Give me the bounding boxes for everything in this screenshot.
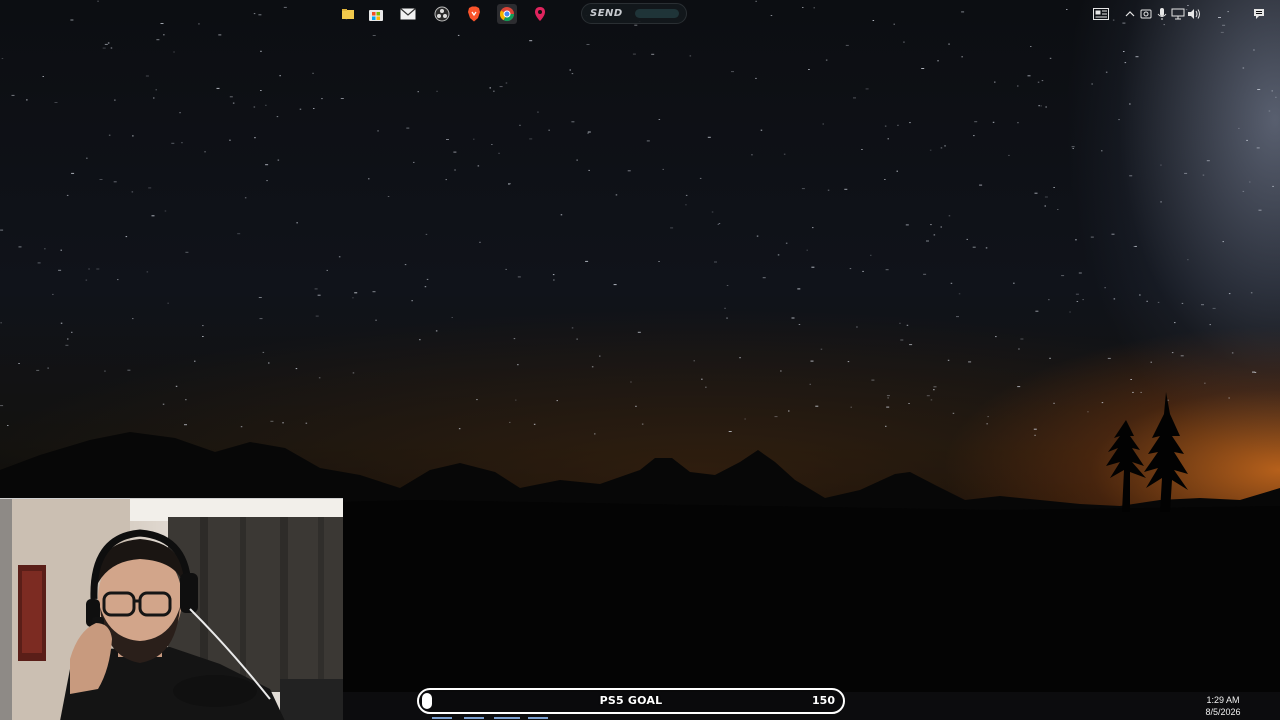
chrome-icon[interactable] [497,4,517,24]
news-widget-icon[interactable] [1093,7,1109,21]
brave-browser-icon[interactable] [464,4,484,24]
brave-running-indicator [464,717,484,719]
webcam-overlay [0,498,343,720]
chrome-active-indicator [494,717,520,719]
clock-time: 1:29 AM [1206,695,1240,705]
mail-icon[interactable] [398,4,418,24]
send-label: SEND [590,8,623,19]
notifications-icon[interactable] [1252,7,1266,21]
goal-target-value: 150 [812,694,835,707]
ps5-goal-progress-bar: PS5 GOAL 150 [417,688,845,714]
obs-icon[interactable] [432,4,452,24]
webcam-feed-image [0,499,343,720]
camera-in-use-icon[interactable] [1139,7,1153,21]
send-overlay-widget[interactable]: SEND [581,3,687,24]
file-explorer-icon[interactable] [338,4,358,24]
desktop: SEND PS5 GOAL 150 1:29 AM 8/5/2026 [0,0,1280,720]
taskbar-clock[interactable]: 1:29 AM 8/5/2026 [1199,694,1247,718]
goal-label: PS5 GOAL [599,694,663,707]
volume-icon[interactable] [1187,7,1201,21]
vpn-icon[interactable] [530,4,550,24]
clock-date: 8/5/2026 [1205,707,1241,717]
send-progress-bar [634,9,679,18]
chevron-up-icon[interactable] [1123,7,1137,21]
microphone-icon[interactable] [1155,7,1169,21]
vpn-running-indicator [528,717,548,719]
network-icon[interactable] [1171,7,1185,21]
microsoft-store-icon[interactable] [366,4,386,24]
obs-running-indicator [432,717,452,719]
